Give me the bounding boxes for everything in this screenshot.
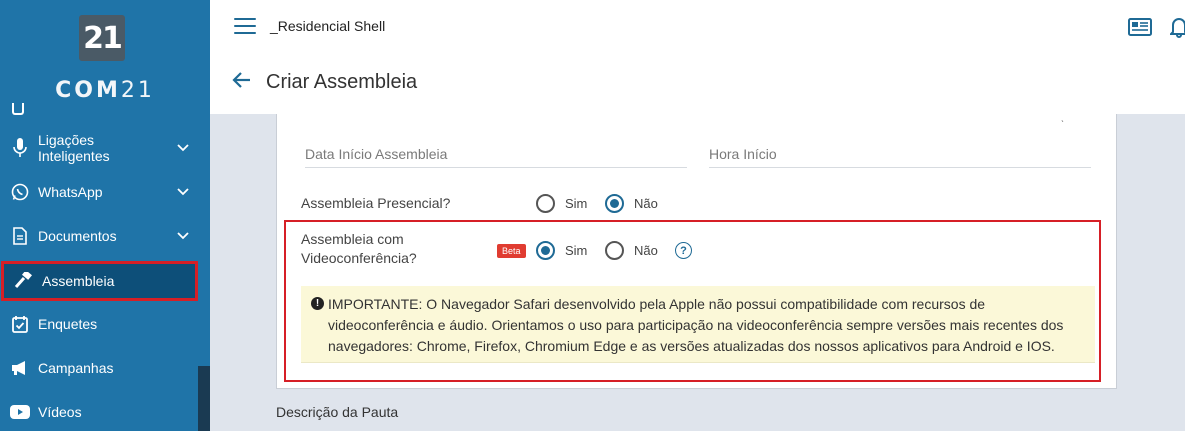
presencial-nao-radio[interactable]: Não bbox=[605, 194, 658, 213]
date-start-field[interactable]: Data Início Assembleia bbox=[305, 140, 687, 168]
logo-text-light: 21 bbox=[120, 78, 155, 103]
chevron-down-icon bbox=[168, 188, 198, 196]
newspaper-icon[interactable] bbox=[1128, 18, 1152, 41]
logo-badge: 21 bbox=[79, 15, 125, 61]
sidebar-item-documentos[interactable]: Documentos bbox=[0, 216, 198, 256]
back-arrow-icon[interactable] bbox=[232, 72, 252, 93]
sidebar-item-enquetes[interactable]: Enquetes bbox=[0, 304, 198, 344]
sidebar-item-label: Enquetes bbox=[38, 316, 98, 332]
description-label: Descrição da Pauta bbox=[276, 404, 399, 420]
radio-circle bbox=[536, 194, 555, 213]
sidebar-scrollbar[interactable] bbox=[198, 366, 210, 431]
hamburger-menu-icon[interactable] bbox=[234, 18, 256, 36]
sidebar-item-ligacoes[interactable]: Ligações Inteligentes bbox=[0, 128, 198, 168]
logo-wordmark: COM21 bbox=[0, 78, 210, 103]
calendar-check-icon bbox=[0, 315, 38, 333]
radio-label: Sim bbox=[565, 196, 588, 211]
sidebar-item-whatsapp[interactable]: WhatsApp bbox=[0, 172, 198, 212]
company-name: _Residencial Shell bbox=[270, 18, 386, 34]
highlight-frame bbox=[284, 220, 1101, 382]
scroll-tick: ˎ bbox=[1061, 112, 1065, 123]
megaphone-icon bbox=[0, 360, 38, 376]
cut-off-item-icon bbox=[12, 103, 24, 115]
sidebar: 21 COM21 Ligações Inteligentes WhatsApp … bbox=[0, 0, 210, 431]
radio-label: Não bbox=[634, 196, 658, 211]
chevron-down-icon bbox=[168, 144, 198, 152]
sidebar-item-label: Vídeos bbox=[38, 404, 82, 420]
sidebar-item-campanhas[interactable]: Campanhas bbox=[0, 348, 198, 388]
youtube-icon bbox=[0, 405, 38, 419]
presencial-label: Assembleia Presencial? bbox=[301, 195, 451, 211]
header: _Residencial Shell Criar Assembleia bbox=[210, 0, 1185, 114]
microphone-icon bbox=[0, 138, 38, 158]
page-title: Criar Assembleia bbox=[266, 71, 418, 93]
presencial-sim-radio[interactable]: Sim bbox=[536, 194, 587, 213]
gavel-icon bbox=[4, 272, 42, 290]
time-start-field[interactable]: Hora Início bbox=[709, 140, 1091, 168]
bell-icon[interactable] bbox=[1168, 16, 1185, 43]
sidebar-item-assembleia[interactable]: Assembleia bbox=[1, 261, 198, 301]
sidebar-item-label: Campanhas bbox=[38, 360, 114, 376]
sidebar-item-label: Documentos bbox=[38, 228, 117, 244]
whatsapp-icon bbox=[0, 183, 38, 201]
sidebar-item-label: Assembleia bbox=[42, 273, 115, 289]
sidebar-item-videos[interactable]: Vídeos bbox=[0, 392, 198, 431]
sidebar-item-label: WhatsApp bbox=[38, 184, 103, 200]
logo-text-bold: COM bbox=[55, 78, 121, 103]
document-icon bbox=[0, 227, 38, 245]
sidebar-item-label: Ligações Inteligentes bbox=[38, 132, 110, 164]
radio-circle bbox=[605, 194, 624, 213]
chevron-down-icon bbox=[168, 232, 198, 240]
